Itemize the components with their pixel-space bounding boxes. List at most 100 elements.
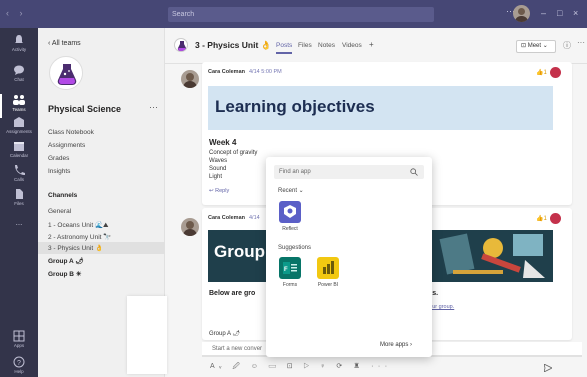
- recent-label[interactable]: Recent ⌄: [278, 187, 304, 194]
- channel-title: 3 - Physics Unit 👌: [195, 40, 272, 50]
- rail-item-more[interactable]: ...: [0, 216, 38, 246]
- reaction-icon[interactable]: [550, 213, 561, 224]
- like-count[interactable]: 👍1: [536, 215, 547, 222]
- help-icon: ?: [13, 356, 25, 368]
- more-icon: ...: [15, 218, 23, 227]
- flask-icon: [174, 38, 188, 52]
- powerbi-app-tile[interactable]: [317, 257, 339, 279]
- group-label: Group A 🌶: [209, 331, 240, 337]
- channel-astronomy[interactable]: 2 - Astronomy Unit 🔭: [48, 233, 111, 241]
- nav-insights[interactable]: Insights: [48, 168, 70, 175]
- reaction-icon[interactable]: [550, 67, 561, 78]
- rail-label: Calls: [13, 177, 24, 182]
- objective-line: Light: [209, 174, 223, 180]
- nav-assignments[interactable]: Assignments: [48, 142, 85, 149]
- rail-label: Calendar: [9, 153, 29, 158]
- reflect-app-label: Reflect: [282, 226, 298, 232]
- like-count[interactable]: 👍1: [536, 69, 547, 76]
- forms-icon: F: [283, 262, 297, 274]
- team-logo: [49, 56, 83, 90]
- avatar[interactable]: [513, 5, 530, 22]
- reply-button[interactable]: ↩ Reply: [209, 188, 229, 194]
- apps-icon: [13, 330, 25, 342]
- add-tab-button[interactable]: +: [369, 40, 374, 49]
- flask-icon: [52, 59, 82, 89]
- post-text: Below are gro: [209, 290, 256, 297]
- nav-grades[interactable]: Grades: [48, 155, 69, 162]
- title-bar: ‹ › Search ··· – □ ×: [0, 0, 587, 28]
- objective-line: Sound: [209, 166, 227, 172]
- reflect-app-tile[interactable]: [279, 201, 301, 223]
- objective-line: Waves: [209, 158, 228, 164]
- all-teams-link[interactable]: ‹ All teams: [48, 40, 81, 47]
- file-icon: [16, 189, 23, 199]
- channels-heading: Channels: [48, 192, 78, 199]
- assignments-icon: [14, 117, 24, 127]
- teams-icon: [13, 95, 25, 105]
- more-apps-link[interactable]: More apps ›: [380, 342, 412, 348]
- svg-text:F: F: [284, 267, 288, 273]
- post-timestamp: 4/14 5:00 PM: [249, 69, 282, 75]
- author-avatar[interactable]: [181, 70, 199, 88]
- channel-header: 3 - Physics Unit 👌 Posts Files Notes Vid…: [165, 28, 587, 64]
- chat-icon: [14, 65, 24, 75]
- phone-icon: [15, 165, 25, 175]
- rail-item-chat[interactable]: Chat: [0, 62, 38, 92]
- svg-text:?: ?: [17, 360, 21, 367]
- maximize-button[interactable]: □: [557, 8, 562, 18]
- send-icon[interactable]: [544, 364, 552, 372]
- rail-label: Chat: [14, 77, 24, 82]
- post-banner: Learning objectives: [208, 86, 553, 130]
- rail-label: Assignments: [6, 129, 32, 134]
- powerbi-icon: [323, 261, 334, 274]
- rail-label: Apps: [13, 343, 25, 348]
- search-input[interactable]: Search: [168, 7, 434, 22]
- tooltip-panel: [127, 296, 167, 374]
- meet-button[interactable]: ⊡ Meet ⌄: [516, 40, 556, 53]
- nav-arrows[interactable]: ‹ ›: [6, 8, 27, 18]
- forms-app-tile[interactable]: F: [279, 257, 301, 279]
- post-author: Cara Coleman 4/14 5:00 PM: [208, 69, 282, 75]
- objective-line: Concept of gravity: [209, 150, 258, 156]
- tab-files[interactable]: Files: [298, 42, 312, 49]
- minimize-button[interactable]: –: [541, 8, 546, 18]
- search-icon[interactable]: [410, 168, 418, 176]
- find-app-input[interactable]: Find an app: [274, 165, 424, 179]
- powerbi-app-label: Power BI: [317, 282, 339, 288]
- channel-oceans[interactable]: 1 - Oceans Unit 🌊⛰: [48, 221, 109, 230]
- tab-posts[interactable]: Posts: [276, 42, 293, 54]
- channel-group-b[interactable]: Group B ☀: [48, 270, 82, 278]
- author-avatar[interactable]: [181, 218, 199, 236]
- info-icon[interactable]: ⓘ: [563, 40, 571, 51]
- app-picker-popup: Find an app Recent ⌄ Reflect Suggestions…: [266, 157, 432, 357]
- team-name: Physical Science: [48, 104, 122, 114]
- rail-label: Teams: [12, 107, 26, 112]
- reflect-icon: [284, 205, 296, 218]
- rail-label: Activity: [11, 47, 27, 52]
- more-icon[interactable]: ···: [577, 38, 585, 47]
- bell-icon: [15, 35, 23, 44]
- rail-item-files[interactable]: Files: [0, 186, 38, 216]
- banner-title: Learning objectives: [215, 97, 375, 116]
- channel-general[interactable]: General: [48, 208, 71, 215]
- post-timestamp: 4/14: [249, 215, 260, 221]
- calendar-icon: [14, 142, 24, 151]
- rail-item-help[interactable]: ? Help: [0, 354, 38, 377]
- nav-class-notebook[interactable]: Class Notebook: [48, 129, 94, 136]
- suggestions-label: Suggestions: [278, 245, 312, 251]
- rail-label: Files: [14, 201, 24, 206]
- week-heading: Week 4: [209, 138, 237, 147]
- rail-label: Help: [14, 369, 24, 374]
- stationery-illustration: [439, 233, 545, 278]
- tab-notes[interactable]: Notes: [318, 42, 335, 49]
- team-more-icon[interactable]: ···: [149, 102, 158, 112]
- compose-toolbar[interactable]: Aᵥ 🖉 ☺ ▭ ⊡ ▷ ♀ ⟳ ♜ ···: [210, 362, 392, 373]
- channel-group-a[interactable]: Group A 🌶: [48, 257, 84, 265]
- close-button[interactable]: ×: [573, 8, 578, 18]
- banner-title: Group: [214, 242, 265, 261]
- tab-videos[interactable]: Videos: [342, 42, 362, 49]
- rail-item-activity[interactable]: Activity: [0, 32, 38, 62]
- forms-app-label: Forms: [282, 282, 298, 288]
- app-rail: Activity Chat Teams Assignments Calendar…: [0, 28, 38, 377]
- channel-physics[interactable]: 3 - Physics Unit 👌: [48, 244, 103, 252]
